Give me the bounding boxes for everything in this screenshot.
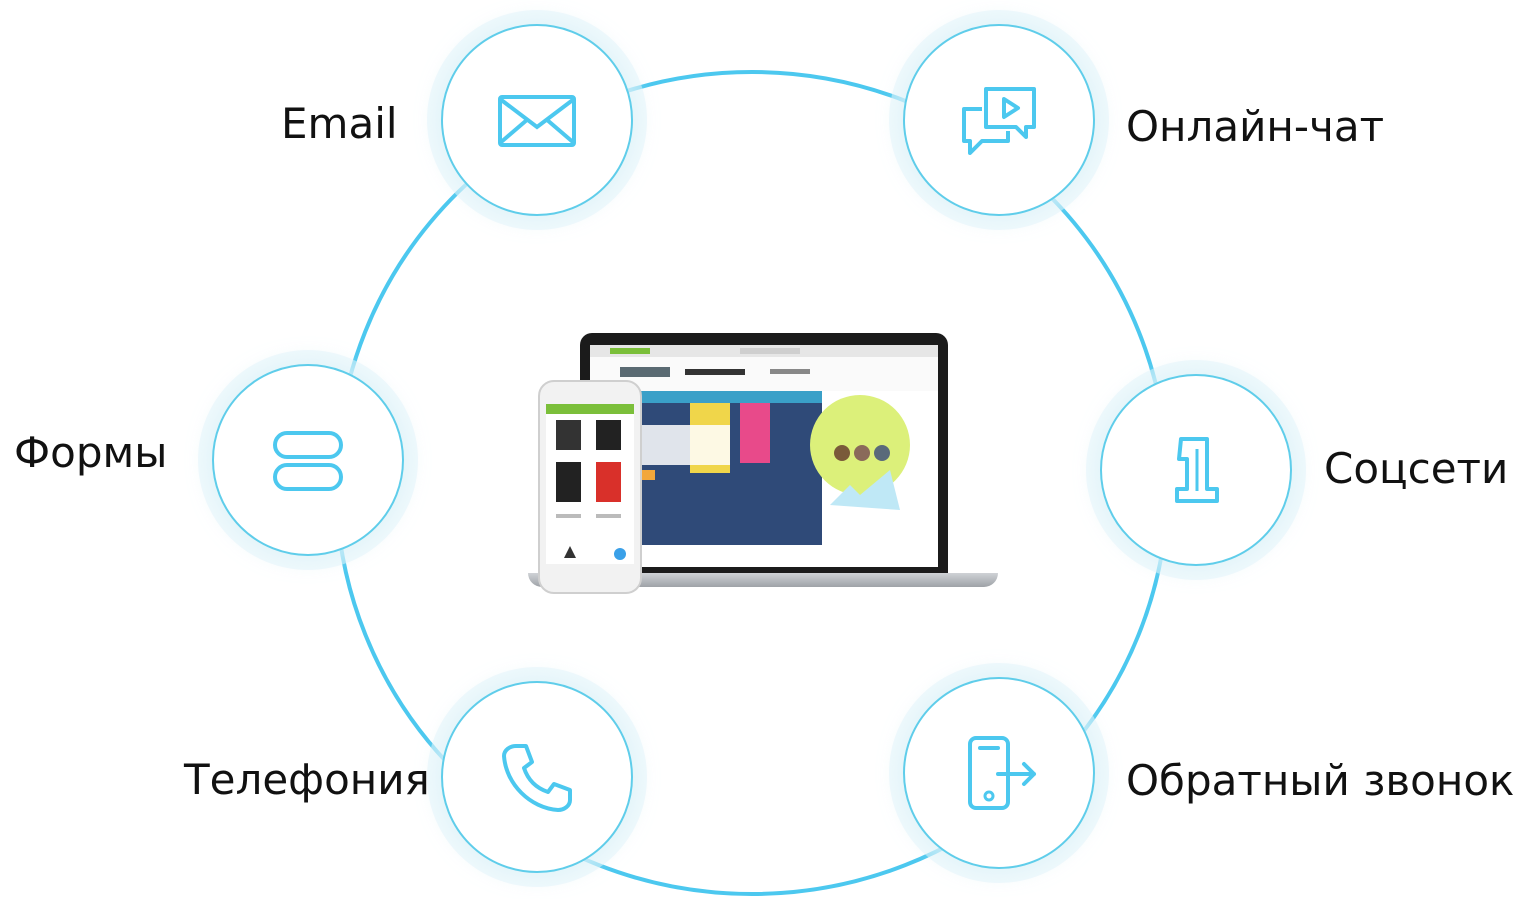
social-label: Соцсети	[1324, 444, 1509, 493]
phone	[538, 380, 642, 594]
chat-video-icon	[962, 87, 1036, 155]
callback-node	[903, 677, 1095, 869]
telephony-node	[441, 681, 633, 873]
envelope-icon	[498, 95, 576, 147]
online-chat-node	[903, 24, 1095, 216]
mobile-callback-icon	[968, 736, 1036, 810]
laptop-store-screenshot	[590, 345, 938, 567]
online-chat-label: Онлайн-чат	[1126, 102, 1385, 151]
devices-mockup	[498, 330, 1028, 595]
telephony-label: Телефония	[184, 755, 430, 804]
forms-node	[212, 364, 404, 556]
email-node	[441, 24, 633, 216]
social-one-icon	[1175, 437, 1219, 503]
forms-label: Формы	[14, 428, 168, 477]
form-fields-icon	[273, 431, 343, 491]
phone-store-screenshot	[546, 404, 634, 564]
social-node	[1100, 374, 1292, 566]
email-label: Email	[281, 99, 398, 148]
callback-label: Обратный звонок	[1126, 756, 1515, 805]
phone-icon	[502, 744, 572, 812]
